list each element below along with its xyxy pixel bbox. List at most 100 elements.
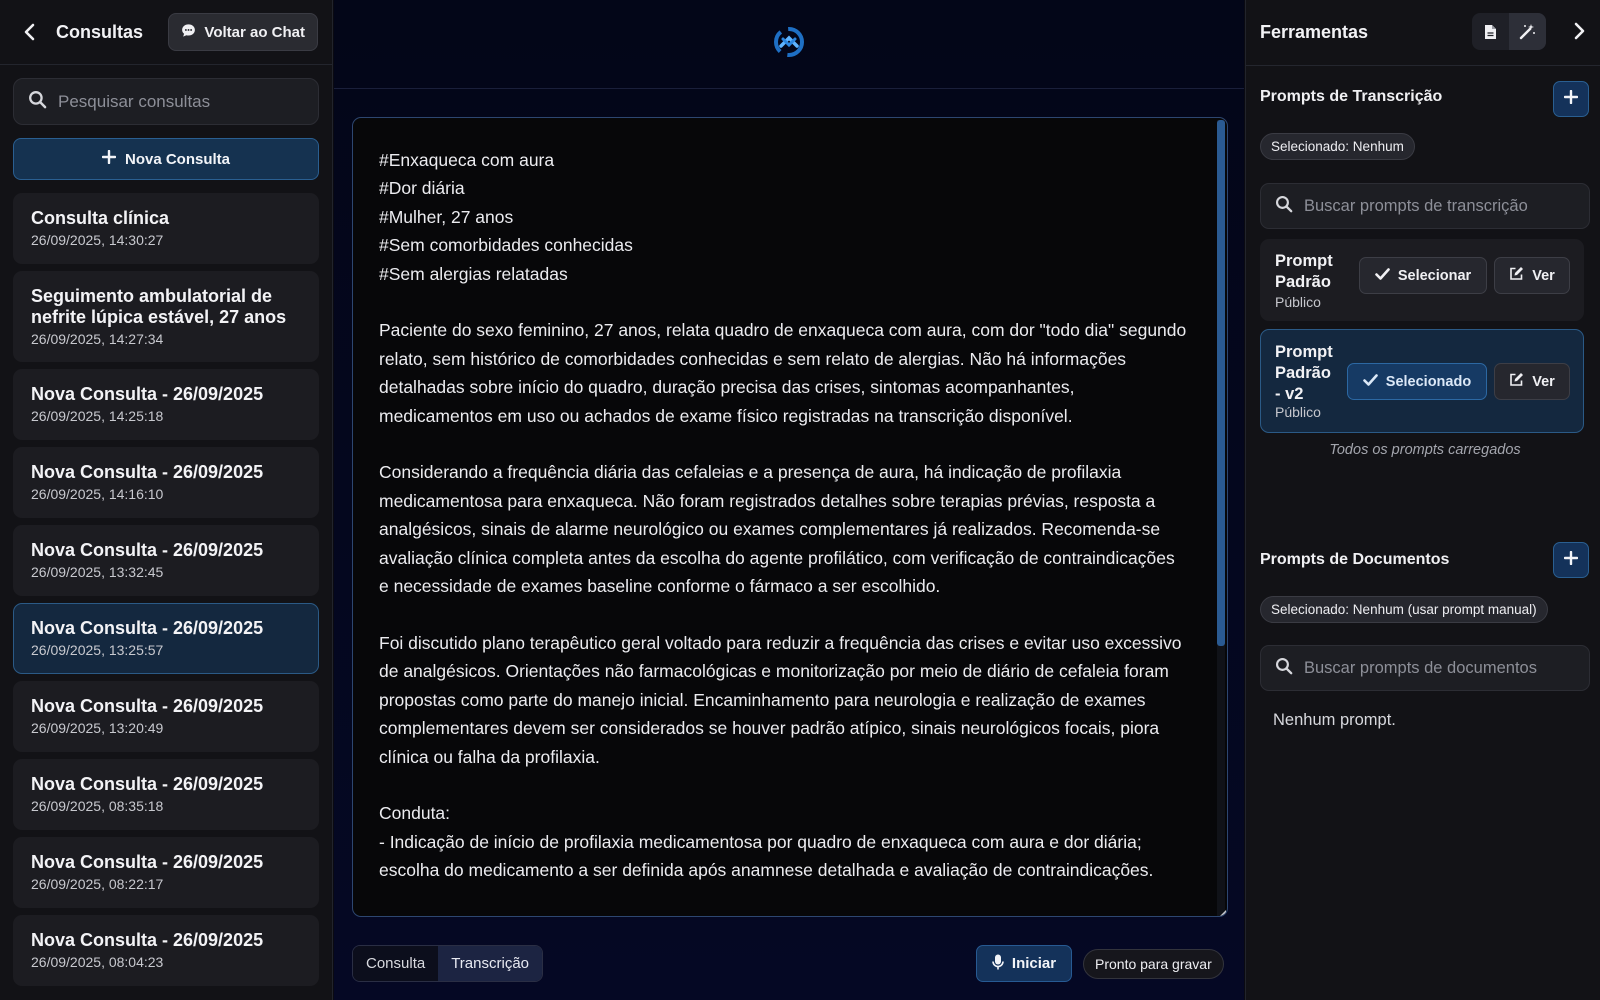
consultation-item[interactable]: Nova Consulta - 26/09/2025 26/09/2025, 0…	[13, 915, 319, 986]
transcription-text[interactable]: #Enxaqueca com aura #Dor diária #Mulher,…	[353, 118, 1213, 916]
main-area: #Enxaqueca com aura #Dor diária #Mulher,…	[334, 0, 1244, 1000]
editor-scrollbar-thumb[interactable]	[1217, 120, 1225, 646]
add-document-prompt-button[interactable]	[1553, 542, 1589, 578]
no-document-prompts: Nenhum prompt.	[1273, 711, 1396, 729]
start-recording-button[interactable]: Iniciar	[976, 945, 1072, 982]
consultation-date: 26/09/2025, 14:27:34	[31, 331, 164, 347]
chat-bubble-icon	[181, 23, 196, 42]
sidebar-header: Consultas Voltar ao Chat	[0, 0, 332, 65]
tools-header: Ferramentas	[1246, 0, 1600, 66]
consultation-title: Nova Consulta - 26/09/2025	[31, 462, 264, 482]
tab-transcricao[interactable]: Transcrição	[438, 946, 543, 981]
app-logo-icon	[773, 26, 805, 63]
add-transcription-prompt-button[interactable]	[1553, 81, 1589, 117]
prompt-visibility: Público	[1275, 294, 1321, 310]
tools-panel: Ferramentas Prompts de Transcrição Selec…	[1245, 0, 1600, 1000]
view-prompt-label: Ver	[1532, 267, 1555, 284]
recording-status-badge: Pronto para gravar	[1083, 949, 1224, 979]
select-prompt-button[interactable]: Selecionar	[1359, 257, 1487, 294]
chevron-left-icon[interactable]	[18, 21, 40, 43]
consultation-item[interactable]: Seguimento ambulatorial de nefrite lúpic…	[13, 271, 319, 362]
selected-prompt-label: Selecionado	[1385, 373, 1472, 390]
prompt-name-line: Prompt	[1275, 343, 1333, 361]
view-prompt-button[interactable]: Ver	[1494, 257, 1570, 294]
center-header	[334, 0, 1244, 89]
tab-consulta[interactable]: Consulta	[353, 946, 439, 981]
consultation-item[interactable]: Nova Consulta - 26/09/2025 26/09/2025, 0…	[13, 759, 319, 830]
edit-icon	[1509, 266, 1524, 285]
view-tabs: Consulta Transcrição	[352, 945, 544, 982]
consultation-title: Nova Consulta - 26/09/2025	[31, 540, 264, 560]
transcription-prompt-search-input[interactable]	[1304, 196, 1584, 216]
document-icon[interactable]	[1472, 13, 1509, 50]
select-prompt-label: Selecionar	[1397, 267, 1472, 284]
transcription-selected-badge: Selecionado: Nenhum	[1260, 133, 1415, 160]
plus-icon	[1563, 550, 1579, 570]
consultation-title: Nova Consulta - 26/09/2025	[31, 774, 264, 794]
consultation-date: 26/09/2025, 08:04:23	[31, 954, 164, 970]
consultation-date: 26/09/2025, 13:32:45	[31, 564, 164, 580]
consultation-item[interactable]: Nova Consulta - 26/09/2025 26/09/2025, 0…	[13, 837, 319, 908]
document-selected-badge: Selecionado: Nenhum (usar prompt manual)	[1260, 596, 1548, 623]
consultation-title: Nova Consulta - 26/09/2025	[31, 852, 264, 872]
consultation-list: Consulta clínica 26/09/2025, 14:30:27 Se…	[13, 193, 319, 993]
prompt-name: Prompt Padrão - v2	[1275, 342, 1333, 405]
resize-grip-icon[interactable]	[1217, 906, 1226, 916]
sidebar-title: Consultas	[56, 21, 144, 42]
consultation-date: 26/09/2025, 14:16:10	[31, 486, 164, 502]
back-to-chat-label: Voltar ao Chat	[204, 23, 305, 41]
plus-icon	[1563, 89, 1579, 109]
check-icon	[1362, 373, 1378, 390]
consultation-title: Nova Consulta - 26/09/2025	[31, 618, 264, 638]
transcription-prompt-search[interactable]	[1260, 183, 1590, 229]
magic-wand-icon[interactable]	[1509, 13, 1546, 50]
transcription-prompts-title: Prompts de Transcrição	[1260, 88, 1443, 105]
microphone-icon	[992, 954, 1004, 974]
search-icon	[28, 90, 47, 114]
consultation-date: 26/09/2025, 13:25:57	[31, 642, 164, 658]
prompt-name-line: Padrão	[1275, 364, 1331, 382]
view-prompt-button[interactable]: Ver	[1494, 363, 1570, 400]
prompt-visibility: Público	[1275, 404, 1321, 420]
plus-icon	[101, 149, 117, 168]
prompt-card: Prompt Padrão Público Selecionar Ver	[1260, 239, 1584, 321]
view-prompt-label: Ver	[1532, 373, 1555, 390]
chevron-right-icon[interactable]	[1568, 20, 1590, 42]
tools-title: Ferramentas	[1260, 22, 1369, 42]
consultation-item[interactable]: Nova Consulta - 26/09/2025 26/09/2025, 1…	[13, 681, 319, 752]
search-icon	[1275, 195, 1293, 218]
consultation-item[interactable]: Nova Consulta - 26/09/2025 26/09/2025, 1…	[13, 369, 319, 440]
start-recording-label: Iniciar	[1011, 955, 1057, 972]
consultation-item[interactable]: Nova Consulta - 26/09/2025 26/09/2025, 1…	[13, 447, 319, 518]
new-consultation-button[interactable]: Nova Consulta	[13, 138, 319, 180]
selected-prompt-button[interactable]: Selecionado	[1347, 363, 1487, 400]
transcription-editor[interactable]: #Enxaqueca com aura #Dor diária #Mulher,…	[352, 117, 1228, 917]
consultation-date: 26/09/2025, 08:35:18	[31, 798, 164, 814]
consultation-date: 26/09/2025, 14:25:18	[31, 408, 164, 424]
consultation-date: 26/09/2025, 13:20:49	[31, 720, 164, 736]
document-prompts-title: Prompts de Documentos	[1260, 551, 1450, 568]
consultation-title: Nova Consulta - 26/09/2025	[31, 930, 264, 950]
consultation-item[interactable]: Consulta clínica 26/09/2025, 14:30:27	[13, 193, 319, 264]
consultation-search[interactable]	[13, 78, 319, 125]
tools-view-toggle	[1472, 13, 1546, 50]
consultations-sidebar: Consultas Voltar ao Chat Nova Consulta C…	[0, 0, 333, 1000]
consultation-title: Consulta clínica	[31, 208, 170, 228]
prompt-name-line: Prompt	[1275, 252, 1333, 270]
consultation-search-input[interactable]	[58, 91, 298, 112]
consultation-title: Nova Consulta - 26/09/2025	[31, 696, 264, 716]
check-icon	[1375, 267, 1390, 284]
back-to-chat-button[interactable]: Voltar ao Chat	[168, 13, 318, 51]
consultation-date: 26/09/2025, 08:22:17	[31, 876, 164, 892]
document-prompt-search[interactable]	[1260, 645, 1590, 691]
consultation-item[interactable]: Nova Consulta - 26/09/2025 26/09/2025, 1…	[13, 525, 319, 596]
prompt-name: Prompt Padrão	[1275, 251, 1333, 293]
consultation-title: Seguimento ambulatorial de nefrite lúpic…	[31, 286, 287, 327]
edit-icon	[1509, 372, 1524, 391]
consultation-item-active[interactable]: Nova Consulta - 26/09/2025 26/09/2025, 1…	[13, 603, 319, 674]
consultation-date: 26/09/2025, 14:30:27	[31, 232, 164, 248]
prompts-loaded-note: Todos os prompts carregados	[1329, 442, 1521, 458]
prompt-name-line: - v2	[1275, 385, 1304, 403]
document-prompt-search-input[interactable]	[1304, 658, 1584, 678]
search-icon	[1275, 657, 1293, 680]
